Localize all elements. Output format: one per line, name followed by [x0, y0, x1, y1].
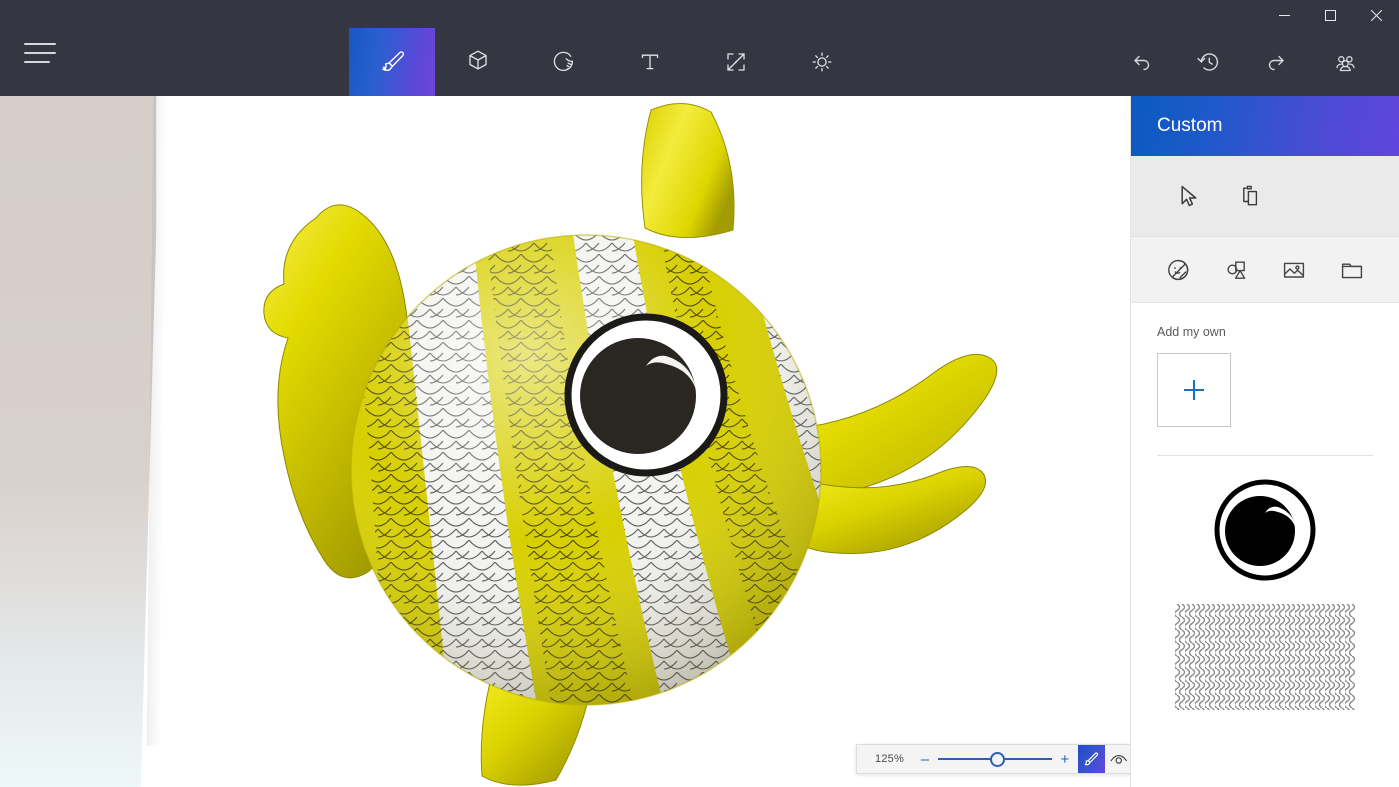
- minimize-button[interactable]: [1261, 0, 1307, 30]
- history-clock-icon: [1197, 53, 1219, 71]
- undo-button[interactable]: [1107, 28, 1175, 96]
- cube-icon: [469, 50, 487, 70]
- maximize-icon: [1324, 9, 1336, 21]
- brush-icon: [382, 51, 405, 72]
- menu-line: [24, 43, 56, 45]
- cursor-arrow-icon: [1181, 185, 1197, 207]
- menu-line: [24, 61, 50, 63]
- backdrop-wall: [0, 96, 160, 787]
- panel-title: Custom: [1157, 115, 1223, 136]
- fish-eye: [564, 313, 728, 477]
- tab-custom[interactable]: [1323, 245, 1381, 295]
- clipboard-paste-icon: [1243, 185, 1258, 206]
- minimize-icon: [1278, 14, 1290, 16]
- dorsal-fin: [641, 102, 735, 238]
- add-my-own-button[interactable]: [1157, 353, 1231, 427]
- close-icon: [1370, 9, 1382, 21]
- tool-effects[interactable]: [779, 28, 865, 96]
- sticker-item-eye[interactable]: [1157, 474, 1373, 586]
- zoom-control-bar: 125% – +: [856, 744, 1130, 774]
- panel-category-tabs: [1131, 237, 1399, 303]
- text-icon: [641, 54, 659, 70]
- select-tool-button[interactable]: [1171, 179, 1205, 213]
- undo-arrow-icon: [1134, 55, 1150, 71]
- tool-stickers[interactable]: [521, 28, 607, 96]
- view-3d-toggle[interactable]: [1105, 745, 1130, 773]
- zoom-out-button[interactable]: –: [912, 745, 938, 773]
- redo-arrow-icon: [1268, 55, 1284, 71]
- zoom-slider-thumb[interactable]: [990, 751, 1006, 767]
- panel-header: Custom: [1131, 96, 1399, 156]
- people-group-icon: [1335, 55, 1355, 71]
- zoom-level-label: 125%: [875, 753, 904, 765]
- sticker-icon: [553, 51, 574, 72]
- tool-art-tools[interactable]: [349, 28, 435, 96]
- plus-icon: [1184, 380, 1204, 400]
- sun-icon: [812, 52, 832, 72]
- tool-3d-shapes[interactable]: [435, 28, 521, 96]
- history-toolbar: [1107, 28, 1379, 96]
- maximize-button[interactable]: [1307, 0, 1353, 30]
- paste-button[interactable]: [1233, 179, 1267, 213]
- pen-icon: [1084, 751, 1099, 765]
- fish-3d-model[interactable]: [196, 100, 1016, 787]
- brush-preview-toggle[interactable]: [1077, 745, 1105, 773]
- close-button[interactable]: [1353, 0, 1399, 30]
- smiley-sticker-icon: [1168, 259, 1189, 280]
- zoom-in-button[interactable]: +: [1052, 745, 1078, 773]
- fish-scale-texture: [1175, 604, 1355, 710]
- eye-ball-sticker: [1214, 479, 1316, 581]
- shapes-texture-icon: [1227, 260, 1246, 279]
- zoom-slider[interactable]: [937, 745, 1052, 773]
- canvas-icon: [727, 53, 745, 71]
- hamburger-menu-icon[interactable]: [24, 40, 62, 66]
- window-controls: [1261, 0, 1399, 30]
- remix-3d-button[interactable]: [1311, 28, 1379, 96]
- tool-text[interactable]: [607, 28, 693, 96]
- tab-textures[interactable]: [1207, 245, 1265, 295]
- add-my-own-label: Add my own: [1157, 325, 1226, 339]
- custom-sticker-list: [1131, 474, 1399, 710]
- folder-icon: [1341, 263, 1363, 278]
- menu-line: [24, 52, 56, 54]
- history-button[interactable]: [1175, 28, 1243, 96]
- eye-icon: [1110, 754, 1127, 764]
- tab-stickers[interactable]: [1149, 245, 1207, 295]
- redo-button[interactable]: [1243, 28, 1311, 96]
- tab-images[interactable]: [1265, 245, 1323, 295]
- picture-icon: [1283, 262, 1305, 278]
- stickers-panel: Custom Add my own: [1130, 96, 1399, 787]
- main-toolbar: [349, 28, 865, 96]
- tool-canvas[interactable]: [693, 28, 779, 96]
- title-bar: [0, 0, 1399, 96]
- paint3d-window: 125% – + Custom Add my own: [0, 0, 1399, 787]
- panel-action-row: [1131, 156, 1399, 237]
- panel-body: Add my own: [1131, 303, 1399, 456]
- sticker-item-scale-pattern[interactable]: [1175, 604, 1355, 710]
- canvas-3d-stage[interactable]: 125% – +: [0, 96, 1130, 787]
- panel-divider: [1157, 455, 1373, 456]
